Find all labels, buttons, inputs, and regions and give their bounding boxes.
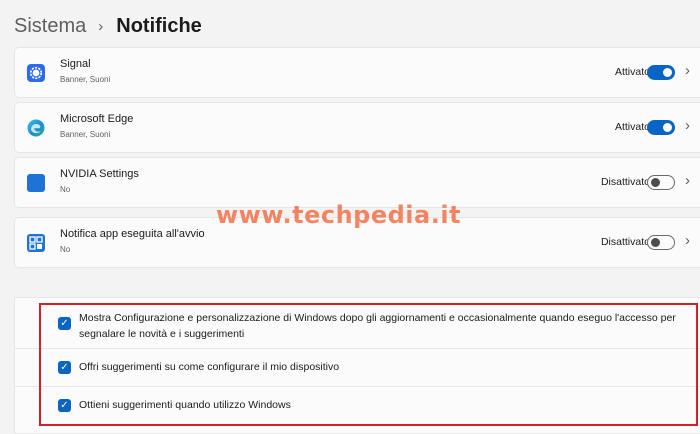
- app-name: NVIDIA Settings: [60, 168, 139, 180]
- app-name: Signal: [60, 58, 91, 70]
- page-title: Notifiche: [116, 14, 202, 37]
- app-subtitle: No: [60, 245, 71, 254]
- toggle-state-label: Disattivato: [600, 236, 650, 248]
- app-subtitle: Banner, Suoni: [60, 130, 111, 139]
- nvidia-settings-icon: [27, 174, 45, 192]
- app-subtitle: No: [60, 185, 71, 194]
- breadcrumb-sistema[interactable]: Sistema: [14, 15, 86, 38]
- notification-toggle[interactable]: [647, 175, 675, 190]
- watermark: www.techpedia.it: [216, 201, 462, 229]
- chevron-right-icon[interactable]: ›: [685, 172, 690, 189]
- startup-apps-icon: [27, 234, 45, 252]
- toggle-knob: [663, 123, 672, 132]
- toggle-knob: [663, 68, 672, 77]
- app-subtitle: Banner, Suoni: [60, 75, 111, 84]
- chevron-right-icon: ›: [98, 17, 104, 35]
- notification-toggle[interactable]: [647, 65, 675, 80]
- edge-icon: [27, 119, 45, 137]
- toggle-state-label: Attivato: [614, 121, 650, 133]
- app-row-microsoft-edge[interactable]: Microsoft Edge Banner, Suoni Attivato ›: [14, 102, 700, 153]
- app-name: Notifica app eseguita all'avvio: [60, 228, 205, 240]
- notification-toggle[interactable]: [647, 235, 675, 250]
- app-row-signal[interactable]: Signal Banner, Suoni Attivato ›: [14, 47, 700, 98]
- chevron-right-icon[interactable]: ›: [685, 232, 690, 249]
- breadcrumb: Sistema › Notifiche: [14, 12, 202, 40]
- notification-toggle[interactable]: [647, 120, 675, 135]
- toggle-knob: [651, 178, 660, 187]
- toggle-state-label: Attivato: [614, 66, 650, 78]
- chevron-right-icon[interactable]: ›: [685, 117, 690, 134]
- signal-icon: [27, 64, 45, 82]
- toggle-state-label: Disattivato: [600, 176, 650, 188]
- toggle-knob: [651, 238, 660, 247]
- app-name: Microsoft Edge: [60, 113, 134, 125]
- highlight-box: [39, 303, 698, 426]
- chevron-right-icon[interactable]: ›: [685, 62, 690, 79]
